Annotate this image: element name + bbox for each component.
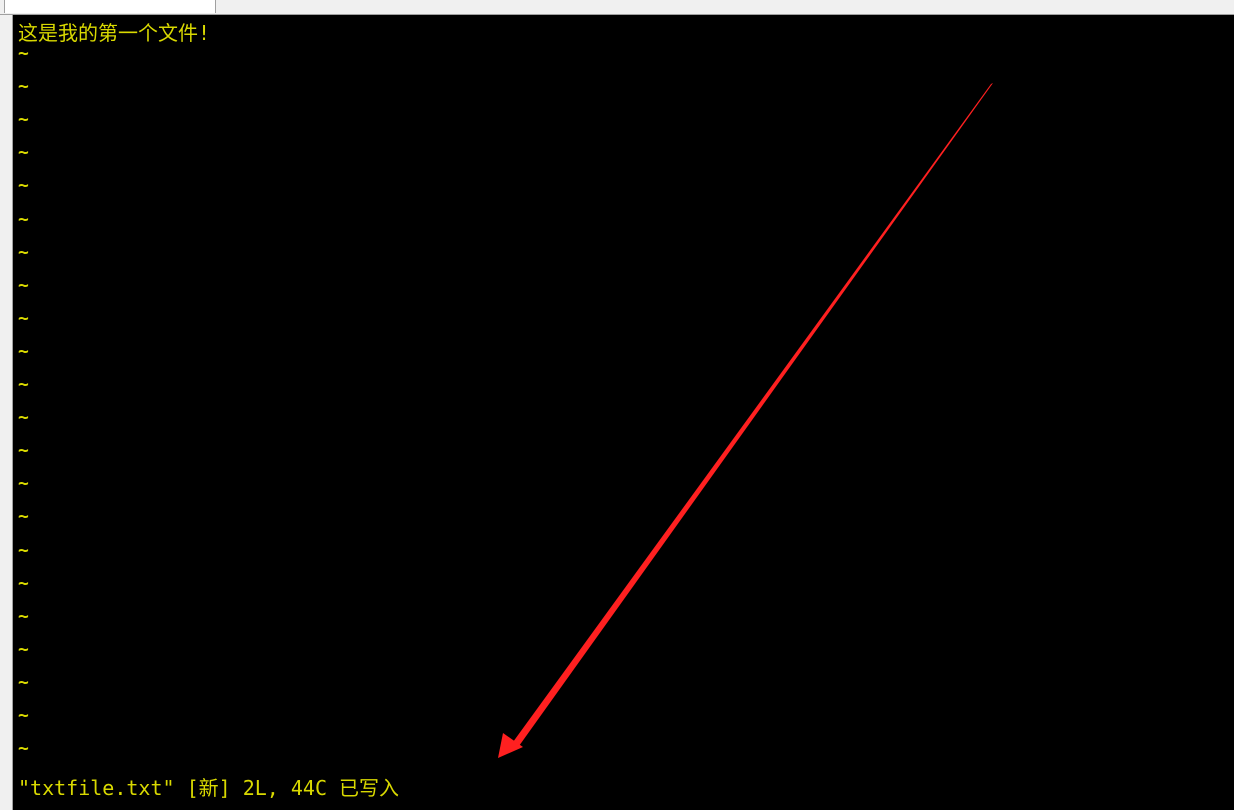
tilde-marker: ~ [18,539,29,561]
tilde-marker: ~ [18,142,29,164]
tilde-marker: ~ [18,43,29,64]
tilde-marker: ~ [18,307,29,329]
vim-buffer[interactable]: 这是我的第一个文件! ~ ~ ~ ~ ~ ~ ~ ~ ~ ~ ~ ~ ~ ~ ~ ~ ~ ~ ~ ~ ~ ~ "txtfi… [13,15,1234,810]
window-top-strip [0,0,1234,15]
tilde-marker: ~ [18,374,29,395]
tab-stub[interactable] [4,0,216,13]
tilde-marker: ~ [18,738,29,760]
tilde-marker: ~ [18,671,29,693]
tilde-marker: ~ [18,440,29,462]
terminal-window: 这是我的第一个文件! ~ ~ ~ ~ ~ ~ ~ ~ ~ ~ ~ ~ ~ ~ ~ ~ ~ ~ ~ ~ ~ ~ "txtfi… [0,0,1234,810]
status-line: "txtfile.txt" [新] 2L, 44C 已写入 [18,776,400,800]
tilde-marker: ~ [18,175,29,197]
buffer-line-1: 这是我的第一个文件! [18,21,211,45]
tilde-marker: ~ [18,705,29,726]
tilde-marker: ~ [18,274,29,296]
tilde-marker: ~ [18,572,29,594]
tilde-marker: ~ [18,638,29,660]
tilde-marker: ~ [18,340,29,362]
tilde-marker: ~ [18,241,29,263]
tilde-marker: ~ [18,506,29,528]
tilde-marker: ~ [18,208,29,230]
tilde-marker: ~ [18,473,29,495]
left-border [0,15,13,810]
tilde-marker: ~ [18,109,29,131]
tilde-marker: ~ [18,76,29,98]
tilde-marker: ~ [18,605,29,627]
tilde-marker: ~ [18,407,29,429]
